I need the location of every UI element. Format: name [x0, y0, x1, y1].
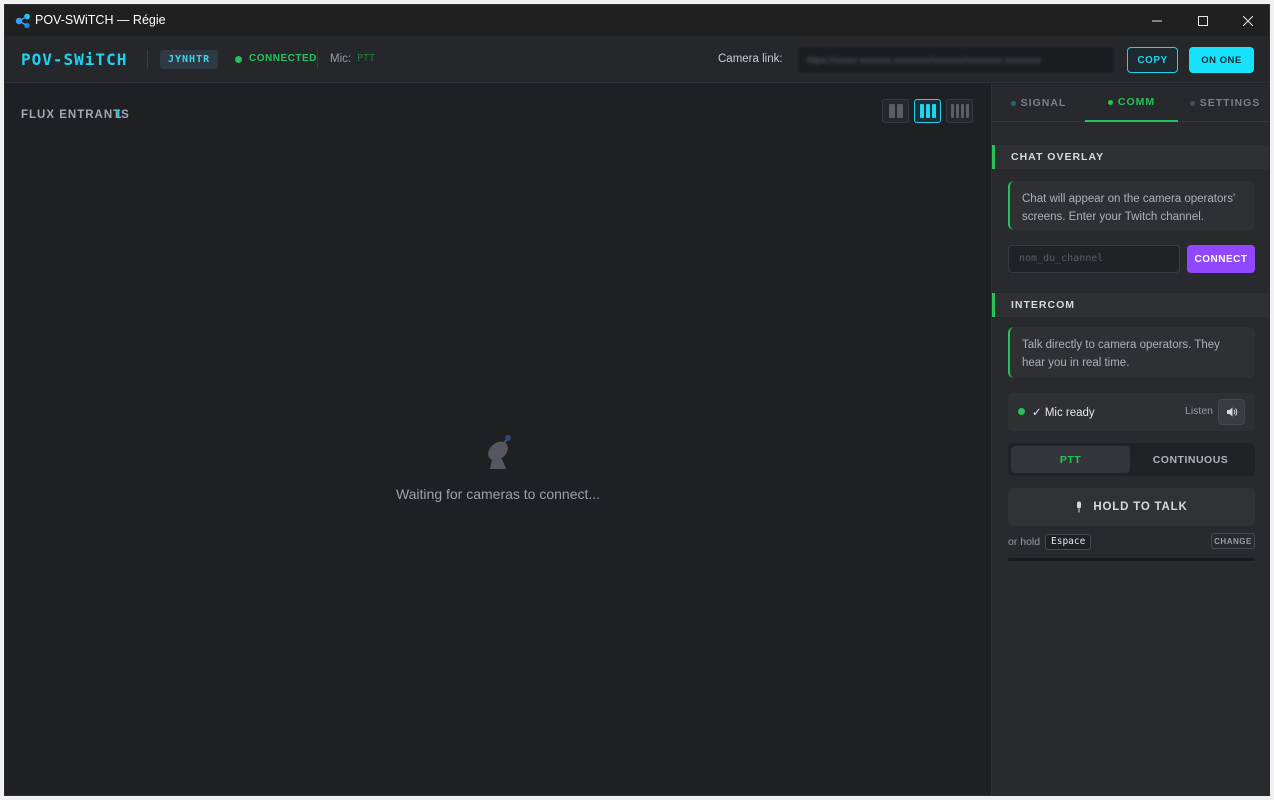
layout-bar	[950, 104, 954, 118]
divider	[317, 50, 318, 69]
microphone-icon	[1075, 501, 1083, 513]
chat-overlay-info: Chat will appear on the camera operators…	[1008, 181, 1255, 230]
hold-to-talk-button[interactable]: HOLD TO TALK	[1008, 488, 1255, 526]
minimize-icon	[1152, 20, 1162, 21]
layout-bar	[960, 104, 964, 118]
control-panel: SIGNAL COMM SETTINGS CHAT OVERLAY Chat w…	[991, 84, 1269, 795]
maximize-button[interactable]	[1180, 5, 1226, 36]
chat-overlay-heading: CHAT OVERLAY	[992, 145, 1269, 169]
mic-ready-text: ✓ Mic ready	[1032, 407, 1095, 419]
layout-4-columns-button[interactable]	[946, 99, 973, 123]
mode-continuous-button[interactable]: CONTINUOUS	[1131, 446, 1250, 473]
tab-label: SETTINGS	[1199, 97, 1261, 109]
hotkey-prefix: or hold	[1008, 536, 1041, 548]
tab-label: SIGNAL	[1020, 97, 1067, 109]
layout-bar	[931, 104, 936, 118]
app-header: POV-SWiTCH JYNHTR CONNECTED Mic: PTT Cam…	[5, 36, 1269, 83]
divider	[147, 50, 148, 69]
mic-status-dot	[1018, 408, 1025, 415]
panel-divider	[1008, 558, 1255, 561]
mode-ptt-button[interactable]: PTT	[1011, 446, 1130, 473]
tab-label: COMM	[1117, 96, 1156, 108]
tab-status-dot	[1107, 99, 1113, 105]
camera-link-field[interactable]: https://xxxxx-xxxxxxx.xxxxxxxx/xxxxxxx/x…	[796, 45, 1116, 75]
video-stage: FLUX ENTRANTS 1 Waiting for cameras to c…	[5, 84, 991, 795]
close-button[interactable]	[1225, 5, 1269, 36]
layout-bar	[965, 104, 969, 118]
camera-link-label: Camera link:	[718, 53, 783, 65]
mic-label: Mic:	[330, 53, 352, 65]
listen-button[interactable]	[1218, 399, 1245, 425]
copy-link-button[interactable]: COPY	[1127, 47, 1178, 73]
title-bar: POV-SWiTCH — Régie	[5, 5, 1269, 36]
tab-comm[interactable]: COMM	[1085, 84, 1178, 122]
empty-state-message: Waiting for cameras to connect...	[395, 486, 601, 502]
connection-status: CONNECTED	[249, 53, 317, 64]
app-window: POV-SWiTCH — Régie POV-SWiTCH JYNHTR CON…	[4, 4, 1270, 796]
incoming-streams-label: FLUX ENTRANTS	[21, 109, 130, 121]
hotkey-key: Espace	[1045, 534, 1092, 550]
tab-signal[interactable]: SIGNAL	[992, 84, 1085, 122]
incoming-streams-count: 1	[115, 109, 122, 121]
twitch-channel-input[interactable]: nom_du_channel	[1008, 245, 1180, 273]
layout-3-columns-button[interactable]	[914, 99, 941, 123]
mic-mode-value: PTT	[357, 53, 376, 64]
on-one-button[interactable]: ON ONE	[1189, 47, 1254, 73]
mic-status-row: ✓ Mic ready Listen	[1008, 393, 1255, 431]
app-logo: POV-SWiTCH	[21, 50, 128, 69]
change-hotkey-button[interactable]: CHANGE	[1211, 533, 1255, 549]
hold-to-talk-label: HOLD TO TALK	[1093, 501, 1188, 513]
layout-bar	[925, 104, 930, 118]
intercom-info: Talk directly to camera operators. They …	[1008, 327, 1255, 378]
tab-status-dot	[1010, 100, 1016, 106]
intercom-mode-toggle: PTT CONTINUOUS	[1008, 443, 1255, 476]
window-title: POV-SWiTCH — Régie	[35, 13, 166, 27]
layout-bar	[888, 104, 895, 118]
intercom-heading: INTERCOM	[992, 293, 1269, 317]
tab-status-dot	[1189, 100, 1195, 106]
speaker-icon	[1226, 407, 1237, 417]
layout-bar	[955, 104, 959, 118]
twitch-connect-button[interactable]: CONNECT	[1187, 245, 1255, 273]
close-icon	[1243, 15, 1253, 26]
connection-status-dot	[235, 56, 242, 63]
room-code-badge[interactable]: JYNHTR	[160, 50, 219, 69]
satellite-dish-icon	[488, 435, 511, 469]
layout-2-columns-button[interactable]	[882, 99, 909, 123]
panel-tabs: SIGNAL COMM SETTINGS	[992, 84, 1269, 122]
layout-bar	[919, 104, 924, 118]
maximize-icon	[1198, 15, 1208, 26]
tab-settings[interactable]: SETTINGS	[1178, 84, 1269, 122]
minimize-button[interactable]	[1134, 5, 1180, 36]
layout-bar	[896, 104, 903, 118]
listen-label: Listen	[1185, 405, 1214, 417]
share-nodes-icon	[15, 13, 30, 29]
